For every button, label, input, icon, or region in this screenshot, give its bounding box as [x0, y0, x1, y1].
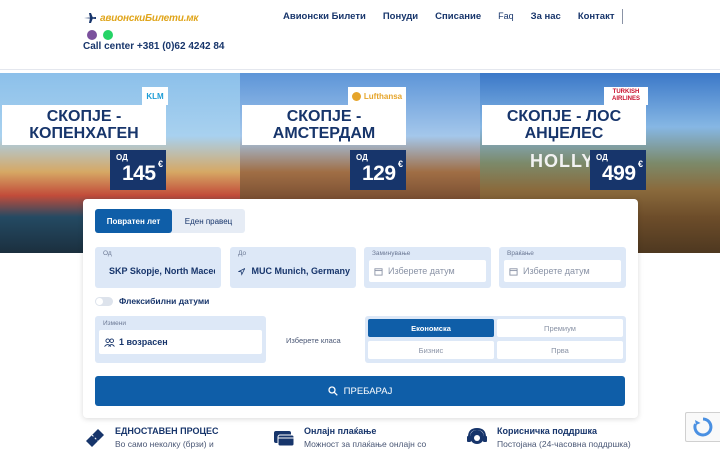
calendar-icon: [509, 267, 518, 276]
plane-logo-icon: [84, 13, 96, 23]
passengers-value: 1 возрасен: [119, 337, 168, 347]
flight-search-panel: Повратен лет Еден правец Од SKP Skopje, …: [83, 199, 638, 418]
feature-desc: Во само неколку (брзи) и: [115, 439, 214, 449]
passengers-icon: [104, 337, 115, 347]
feature-simple-process: ЕДНОСТАВЕН ПРОЦЕС Во само неколку (брзи)…: [83, 426, 219, 450]
return-label: Враќање: [507, 250, 534, 257]
flexible-dates-toggle[interactable]: [95, 296, 113, 306]
return-placeholder: Изберете датум: [523, 266, 590, 276]
offer-title: СКОПЈЕ - КОПЕНХАГЕН: [2, 105, 166, 145]
class-business[interactable]: Бизнис: [368, 341, 494, 359]
call-center-phone[interactable]: Call center +381 (0)62 4242 84: [83, 41, 224, 52]
class-premium[interactable]: Премиум: [497, 319, 623, 337]
send-arrow-icon: [238, 267, 246, 276]
feature-support: Корисничка поддршка Постојана (24-часовн…: [465, 426, 631, 450]
site-logo[interactable]: авионскиБилети.мк: [83, 12, 198, 24]
passengers-field[interactable]: Измени 1 возрасен: [95, 316, 266, 363]
feature-online-payment: Онлајн плаќање Можност за плаќање онлајн…: [272, 426, 426, 450]
messenger-icons: [87, 30, 113, 40]
search-button[interactable]: ПРЕБАРАЈ: [95, 376, 625, 406]
depart-date-field[interactable]: Заминување Изберете датум: [364, 247, 491, 288]
origin-value: SKP Skopje, North Macedonia: [109, 266, 215, 276]
klm-logo: KLM: [142, 87, 168, 105]
support-agent-icon: [467, 427, 487, 444]
destination-label: До: [238, 250, 247, 257]
class-first[interactable]: Прва: [497, 341, 623, 359]
offer-title: СКОПЈЕ - ЛОС АНЏЕЛЕС: [482, 105, 646, 145]
offer-price: ОД 499 €: [590, 150, 646, 190]
cabin-class-label: Изберете класа: [286, 336, 341, 345]
depart-label: Заминување: [372, 250, 411, 257]
feature-desc: Можност за плаќање онлајн со: [304, 439, 427, 449]
nav-contact[interactable]: Контакт: [578, 11, 615, 22]
offer-price: ОД 129 €: [350, 150, 406, 190]
nav-flight-tickets[interactable]: Авионски Билети: [283, 11, 366, 22]
flexible-dates-label: Флексибилни датуми: [119, 296, 210, 306]
nav-about[interactable]: За нас: [531, 11, 561, 22]
tab-round-trip[interactable]: Повратен лет: [95, 209, 172, 233]
hollywood-sign: HOLLY: [530, 151, 595, 171]
origin-field[interactable]: Од SKP Skopje, North Macedonia: [95, 247, 221, 288]
destination-field[interactable]: До MUC Munich, Germany: [230, 247, 356, 288]
search-icon: [328, 386, 338, 396]
origin-label: Од: [103, 250, 112, 257]
cabin-class-selector: Економска Премиум Бизнис Прва: [365, 316, 626, 363]
return-date-field[interactable]: Враќање Изберете датум: [499, 247, 626, 288]
lufthansa-logo: Lufthansa: [348, 87, 406, 105]
search-button-label: ПРЕБАРАЈ: [343, 385, 393, 397]
ticket-icon: [86, 429, 104, 447]
nav-offers[interactable]: Понуди: [383, 11, 418, 22]
feature-title: Корисничка поддршка: [497, 426, 597, 436]
nav-divider: [622, 9, 623, 24]
main-nav: Авионски Билети Понуди Списание Faq За н…: [283, 11, 632, 22]
destination-value: MUC Munich, Germany: [251, 266, 350, 276]
recaptcha-badge[interactable]: [685, 412, 720, 442]
calendar-icon: [374, 267, 383, 276]
feature-desc: Постојана (24-часовна поддршка): [497, 439, 631, 449]
whatsapp-icon[interactable]: [103, 30, 113, 40]
tab-one-way[interactable]: Еден правец: [172, 209, 245, 233]
nav-faq[interactable]: Faq: [498, 11, 514, 22]
class-economy[interactable]: Економска: [368, 319, 494, 337]
feature-title: Онлајн плаќање: [304, 426, 377, 436]
offer-title: СКОПЈЕ - АМСТЕРДАМ: [242, 105, 406, 145]
flexible-dates-row: Флексибилни датуми: [95, 296, 209, 306]
feature-title: ЕДНОСТАВЕН ПРОЦЕС: [115, 426, 219, 436]
viber-icon[interactable]: [87, 30, 97, 40]
passengers-label: Измени: [103, 320, 126, 327]
turkish-airlines-logo: TURKISH AIRLINES: [604, 87, 648, 105]
recaptcha-icon: [693, 417, 713, 437]
trip-type-tabs: Повратен лет Еден правец: [95, 209, 245, 233]
nav-magazine[interactable]: Списание: [435, 11, 481, 22]
logo-text: авионскиБилети.мк: [100, 12, 199, 24]
offer-price: ОД 145 €: [110, 150, 166, 190]
site-header: авионскиБилети.мк Call center +381 (0)62…: [0, 0, 720, 70]
credit-card-icon: [274, 431, 295, 447]
depart-placeholder: Изберете датум: [388, 266, 455, 276]
